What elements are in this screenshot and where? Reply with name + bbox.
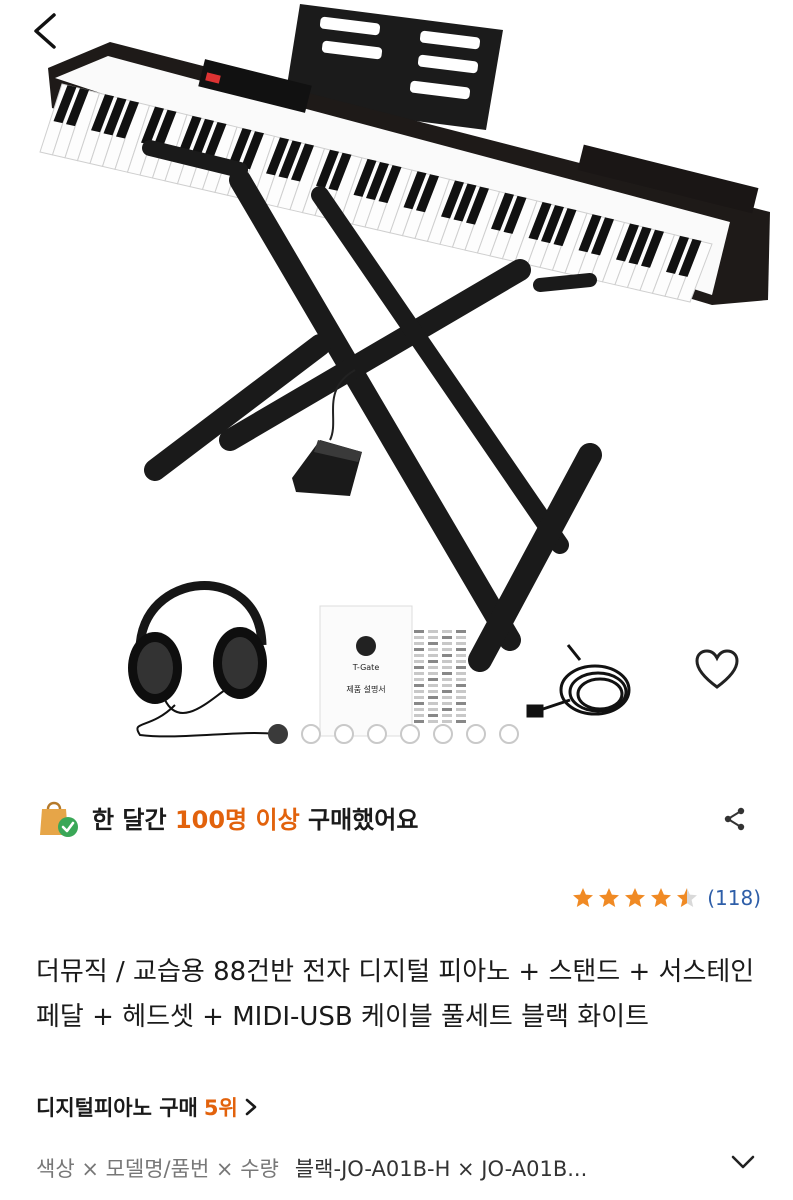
carousel-dot[interactable] (499, 724, 519, 744)
share-icon (724, 807, 745, 831)
carousel-dot[interactable] (367, 724, 387, 744)
wishlist-button[interactable] (694, 648, 754, 708)
carousel-dot[interactable] (433, 724, 453, 744)
heart-outline-icon (695, 649, 739, 689)
option-values: 블랙-JO-A01B-H × JO-A01B... (294, 1157, 588, 1181)
headphones (128, 581, 276, 738)
star-icon (573, 888, 594, 907)
purchase-suffix: 구매했어요 (299, 805, 419, 834)
chevron-left-icon (34, 13, 56, 49)
star-icon (651, 888, 672, 907)
option-names: 색상 × 모델명/품번 × 수량 (36, 1157, 279, 1181)
carousel-indicator (268, 724, 519, 744)
rating-summary[interactable]: (118) (571, 886, 761, 910)
star-rating (571, 886, 699, 910)
carousel-dot[interactable] (466, 724, 486, 744)
carousel-dot[interactable] (301, 724, 321, 744)
manual-booklet: T-Gate 제품 설명서 (319, 605, 413, 737)
chevron-right-icon (245, 1098, 257, 1116)
purchase-prefix: 한 달간 (92, 805, 175, 834)
carousel-dot[interactable] (334, 724, 354, 744)
purchase-count-text: 한 달간 100명 이상 구매했어요 (92, 800, 418, 835)
product-title: 더뮤직 / 교습용 88건반 전자 디지털 피아노 + 스탠드 + 서스테인 페… (36, 957, 755, 1032)
back-button[interactable] (30, 12, 84, 66)
usb-cable (526, 644, 631, 718)
rank-category: 디지털피아노 구매 (36, 1096, 198, 1120)
category-rank-link[interactable]: 디지털피아노 구매 5위 (36, 1092, 258, 1122)
share-button[interactable] (716, 800, 754, 838)
key-stickers (414, 630, 466, 723)
carousel-dot[interactable] (400, 724, 420, 744)
rank-position: 5위 (203, 1096, 238, 1120)
product-image-gallery[interactable]: T-Gate 제품 설명서 (0, 0, 793, 762)
option-selector[interactable]: 색상 × 모델명/품번 × 수량 블랙-JO-A01B-H × JO-A01B.… (36, 1150, 756, 1186)
product-photo: T-Gate 제품 설명서 (39, 4, 770, 738)
purchase-count-banner: 한 달간 100명 이상 구매했어요 (36, 795, 418, 839)
shopping-bag-check-icon (40, 801, 78, 837)
chevron-down-icon[interactable] (730, 1154, 756, 1170)
star-icon (625, 888, 646, 907)
booklet-brand: T-Gate (352, 663, 380, 672)
review-count[interactable]: (118) (707, 886, 761, 910)
star-icon (599, 888, 620, 907)
purchase-highlight: 100명 이상 (174, 805, 300, 834)
carousel-dot[interactable] (268, 724, 288, 744)
star-icon (677, 888, 698, 907)
booklet-text: 제품 설명서 (346, 684, 385, 694)
